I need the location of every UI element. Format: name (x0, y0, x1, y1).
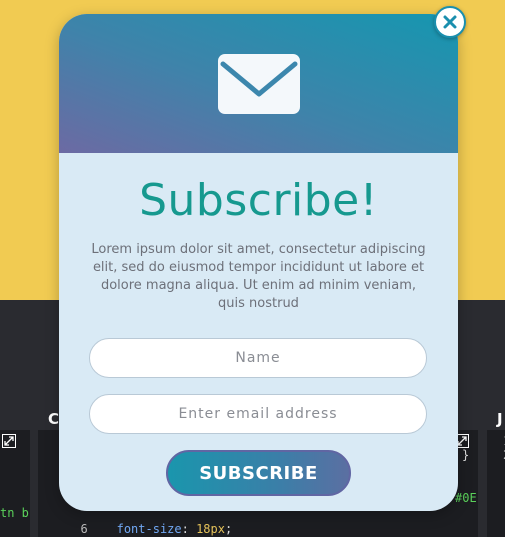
expand-icon[interactable] (2, 434, 16, 448)
pane-title-css: C (48, 410, 60, 428)
subscribe-button[interactable]: SUBSCRIBE (166, 450, 351, 496)
modal-title: Subscribe! (139, 175, 378, 226)
name-input[interactable] (89, 338, 427, 378)
close-button[interactable] (434, 6, 466, 38)
code-hex-fragment: #0E (455, 491, 477, 505)
modal-header (59, 14, 458, 153)
subscribe-modal: Subscribe! Lorem ipsum dolor sit amet, c… (59, 14, 458, 511)
email-input[interactable] (89, 394, 427, 434)
pane-title-js: J (497, 410, 503, 428)
close-icon (443, 15, 457, 29)
modal-description: Lorem ipsum dolor sit amet, consectetur … (91, 242, 426, 311)
code-fragment-left: tn b (0, 506, 29, 520)
code-line: 7 font-weight: 600; (66, 522, 239, 537)
code-brace: } (462, 448, 470, 462)
envelope-icon (217, 53, 300, 114)
